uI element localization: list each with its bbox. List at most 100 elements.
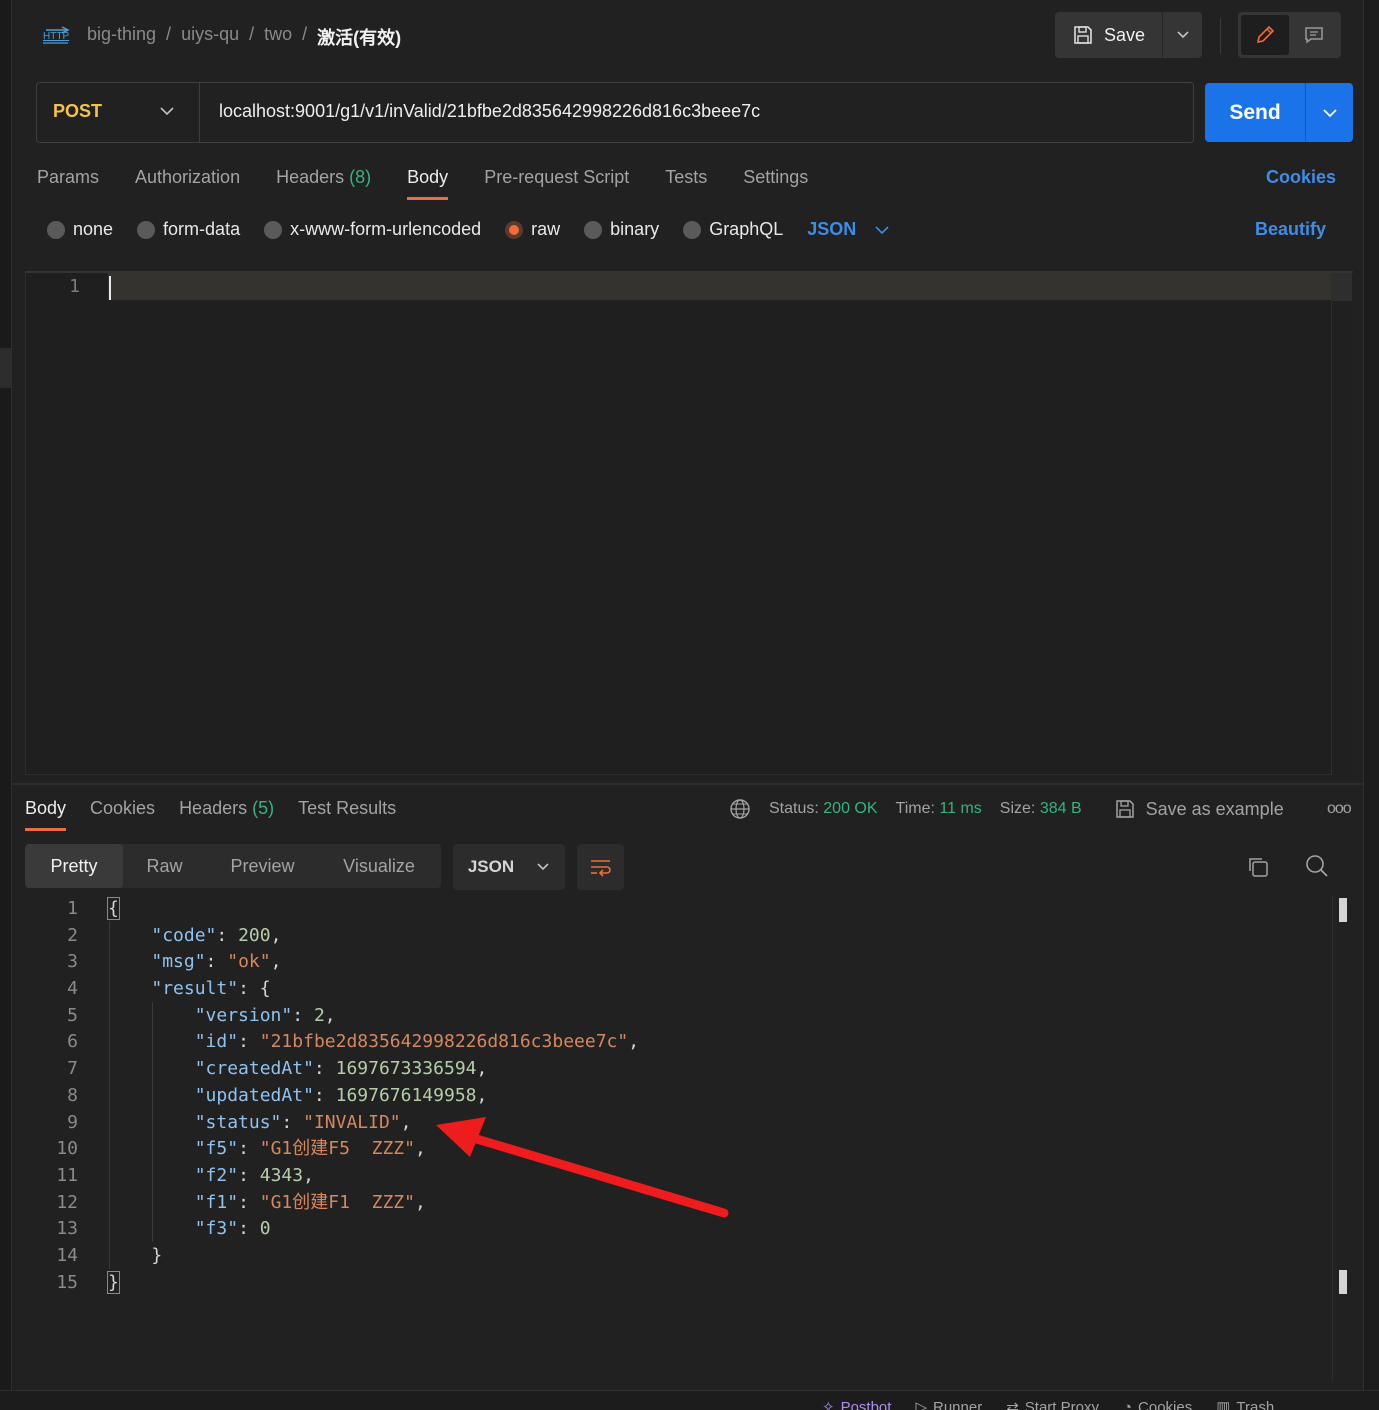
tab-headers[interactable]: Headers (8) — [276, 167, 371, 188]
cookies-link[interactable]: Cookies — [1266, 167, 1336, 188]
size-display[interactable]: Size: 384 B — [1000, 800, 1082, 818]
view-preview[interactable]: Preview — [206, 844, 319, 888]
response-scrollbar[interactable] — [1332, 896, 1353, 1380]
comments-button[interactable] — [1291, 15, 1339, 55]
tab-settings[interactable]: Settings — [743, 167, 808, 188]
runner-button[interactable]: ▷ Runner — [915, 1398, 982, 1410]
json-value: 1697676149958 — [335, 1084, 477, 1106]
breadcrumb-collection[interactable]: big-thing — [87, 24, 156, 50]
response-tabs: Body Cookies Headers (5) Test Results — [25, 798, 396, 831]
status-display[interactable]: Status: 200 OK — [769, 800, 878, 818]
body-type-urlencoded[interactable]: x-www-form-urlencoded — [264, 219, 481, 240]
line-number: 14 — [56, 1244, 78, 1266]
chevron-down-icon[interactable] — [158, 102, 176, 120]
active-line-highlight — [108, 273, 1332, 300]
save-as-example-button[interactable]: Save as example — [1114, 798, 1284, 820]
tab-response-cookies[interactable]: Cookies — [90, 798, 155, 819]
time-value: 11 ms — [939, 800, 982, 817]
edit-mode-button[interactable] — [1241, 15, 1289, 55]
json-value: 0 — [259, 1218, 271, 1240]
request-name[interactable]: 激活(有效) — [317, 24, 401, 50]
radio-selected-icon — [505, 220, 524, 239]
pane-divider[interactable] — [12, 783, 1363, 785]
save-button-group: Save — [1055, 12, 1202, 58]
left-sidebar — [0, 0, 12, 1390]
body-type-raw[interactable]: raw — [505, 219, 560, 240]
body-type-none[interactable]: none — [47, 219, 113, 240]
cookie-icon: ◔ — [1122, 1398, 1133, 1410]
view-raw[interactable]: Raw — [123, 844, 206, 888]
tab-response-headers-label: Headers — [179, 798, 248, 818]
status-bar-label: Runner — [933, 1398, 983, 1410]
response-meta: Status: 200 OK Time: 11 ms Size: 384 B S… — [729, 798, 1284, 820]
status-bar-label: Trash — [1236, 1398, 1275, 1410]
breadcrumb-folder[interactable]: uiys-qu — [181, 24, 239, 50]
body-type-label: x-www-form-urlencoded — [290, 219, 482, 239]
tab-tests[interactable]: Tests — [665, 167, 707, 188]
globe-icon[interactable] — [729, 798, 751, 820]
size-label: Size: — [999, 800, 1036, 817]
tab-pre-request-script[interactable]: Pre-request Script — [484, 167, 629, 188]
chevron-down-icon — [875, 225, 889, 234]
scrollbar-marker — [1339, 898, 1347, 922]
status-bar-label: Postbot — [840, 1398, 892, 1410]
view-visualize[interactable]: Visualize — [319, 844, 439, 888]
line-number: 3 — [67, 951, 78, 973]
size-value: 384 B — [1039, 800, 1082, 817]
request-body-editor[interactable] — [25, 271, 1353, 775]
body-format-label: JSON — [807, 219, 857, 239]
save-icon — [1115, 800, 1134, 818]
send-button[interactable]: Send — [1205, 83, 1306, 142]
tab-body[interactable]: Body — [407, 167, 449, 200]
start-proxy-button[interactable]: ⇄ Start Proxy — [1006, 1398, 1099, 1410]
line-number: 7 — [67, 1058, 78, 1080]
send-dropdown-button[interactable] — [1306, 83, 1353, 142]
response-format-dropdown[interactable]: JSON — [453, 844, 565, 890]
breadcrumb-subfolder[interactable]: two — [264, 24, 292, 50]
footer-cookies-button[interactable]: ◔ Cookies — [1123, 1398, 1192, 1410]
line-number: 6 — [67, 1031, 78, 1053]
postbot-button[interactable]: ✧ Postbot — [822, 1398, 891, 1410]
scrollbar-marker — [1339, 1270, 1347, 1294]
editor-scrollbar[interactable] — [1331, 273, 1353, 775]
tab-response-body[interactable]: Body — [25, 798, 67, 831]
tab-response-headers[interactable]: Headers (5) — [179, 798, 274, 819]
body-type-form-data[interactable]: form-data — [137, 219, 240, 240]
scrollbar-thumb[interactable] — [1332, 273, 1352, 301]
line-number: 2 — [67, 924, 78, 946]
body-format-dropdown[interactable]: JSON — [807, 219, 890, 240]
wrap-lines-button[interactable] — [577, 844, 624, 890]
trash-button[interactable]: ▥ Trash — [1216, 1398, 1274, 1410]
body-type-graphql[interactable]: GraphQL — [683, 219, 783, 240]
radio-icon — [137, 220, 156, 239]
more-options-icon[interactable]: ooo — [1327, 800, 1352, 818]
line-number: 4 — [67, 978, 78, 1000]
breadcrumb: big-thing / uiys-qu / two / 激活(有效) — [87, 24, 401, 50]
url-input[interactable]: localhost:9001/g1/v1/inValid/21bfbe2d835… — [219, 101, 760, 122]
search-icon[interactable] — [1305, 854, 1329, 878]
method-selector[interactable]: POST — [53, 101, 102, 122]
json-value: G1创建F5 ZZZ — [270, 1138, 405, 1160]
tab-test-results[interactable]: Test Results — [298, 798, 396, 819]
breadcrumb-separator: / — [166, 24, 172, 44]
beautify-button[interactable]: Beautify — [1255, 219, 1326, 240]
annotation-arrow — [436, 1117, 729, 1218]
chevron-down-icon — [1322, 108, 1337, 117]
save-button[interactable]: Save — [1055, 12, 1163, 58]
copy-icon[interactable] — [1246, 855, 1270, 879]
radio-icon — [683, 220, 702, 239]
body-type-binary[interactable]: binary — [584, 219, 659, 240]
json-value: INVALID — [313, 1111, 390, 1133]
response-headers-count: (5) — [252, 798, 275, 818]
save-dropdown-button[interactable] — [1163, 12, 1202, 58]
time-display[interactable]: Time: 11 ms — [896, 800, 982, 818]
runner-icon: ▷ — [915, 1399, 927, 1410]
tab-params[interactable]: Params — [37, 167, 99, 188]
sidebar-collapse-handle[interactable] — [0, 348, 12, 388]
status-bar-label: Start Proxy — [1024, 1398, 1099, 1410]
request-tabs: Params Authorization Headers (8) Body Pr… — [37, 167, 808, 200]
body-type-label: form-data — [163, 219, 241, 239]
tab-authorization[interactable]: Authorization — [135, 167, 240, 188]
view-pretty[interactable]: Pretty — [25, 844, 123, 888]
radio-icon — [264, 220, 283, 239]
